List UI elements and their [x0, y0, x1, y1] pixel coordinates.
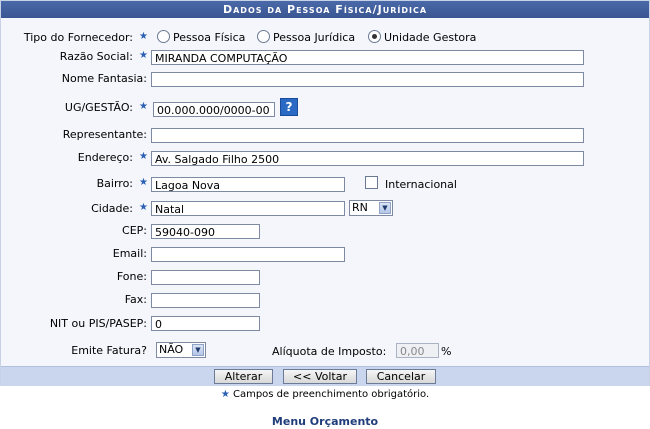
fone-row: Fone:	[1, 267, 649, 287]
aliquota-label: Alíquota de Imposto:	[272, 345, 387, 358]
fone-label: Fone:	[116, 270, 147, 283]
required-star-icon: ★	[139, 31, 148, 42]
nit-row: NIT ou PIS/PASEP: 0	[1, 314, 649, 334]
help-icon[interactable]: ?	[280, 98, 298, 116]
required-note: ★ Campos de preenchimento obrigatório.	[220, 389, 430, 400]
cancelar-button[interactable]: Cancelar	[366, 369, 436, 384]
nit-label: NIT ou PIS/PASEP:	[49, 317, 147, 330]
emite-fatura-label: Emite Fatura?	[71, 344, 147, 357]
radio-unidade-gestora[interactable]: Unidade Gestora	[368, 30, 476, 44]
required-star-icon: ★	[139, 151, 148, 162]
aliquota-unit: %	[441, 345, 452, 358]
cidade-input[interactable]: Natal	[151, 201, 345, 216]
required-star-icon: ★	[139, 50, 148, 61]
tipo-fornecedor-label: Tipo do Fornecedor:	[23, 31, 133, 44]
cep-label: CEP:	[122, 224, 147, 237]
panel-title: Dados da Pessoa Física/Jurídica	[1, 1, 649, 18]
tipo-fornecedor-row: Tipo do Fornecedor: ★ Pessoa Física Pess…	[1, 28, 649, 48]
form-panel: Dados da Pessoa Física/Jurídica Tipo do …	[0, 0, 650, 386]
email-row: Email:	[1, 244, 649, 264]
email-label: Email:	[112, 247, 147, 260]
cidade-label: Cidade:	[91, 202, 133, 215]
fax-input[interactable]	[151, 293, 260, 308]
nome-fantasia-input[interactable]	[151, 72, 584, 87]
uf-select[interactable]: RN ▼	[349, 200, 393, 216]
email-input[interactable]	[151, 247, 345, 262]
nome-fantasia-row: Nome Fantasia:	[1, 69, 649, 89]
razao-social-row: Razão Social: ★ MIRANDA COMPUTAÇÃO	[1, 47, 649, 67]
cep-input[interactable]: 59040-090	[151, 224, 260, 239]
button-bar: Alterar << Voltar Cancelar	[1, 366, 649, 386]
cep-row: CEP: 59040-090	[1, 221, 649, 241]
razao-social-label: Razão Social:	[59, 50, 133, 63]
representante-input[interactable]	[151, 128, 584, 143]
radio-circle-icon[interactable]	[157, 30, 170, 43]
representante-label: Representante:	[62, 128, 147, 141]
bairro-row: Bairro: ★ Lagoa Nova Internacional	[1, 174, 649, 194]
fax-label: Fax:	[124, 293, 147, 306]
endereco-label: Endereço:	[77, 151, 133, 164]
emite-fatura-value: NÃO	[159, 343, 184, 356]
chevron-down-icon[interactable]: ▼	[192, 344, 204, 356]
radio-pessoa-fisica[interactable]: Pessoa Física	[157, 30, 245, 44]
radio-pessoa-juridica[interactable]: Pessoa Jurídica	[257, 30, 355, 44]
voltar-button[interactable]: << Voltar	[283, 369, 357, 384]
uf-select-value: RN	[352, 201, 368, 214]
representante-row: Representante:	[1, 125, 649, 145]
bairro-input[interactable]: Lagoa Nova	[151, 177, 345, 192]
endereco-row: Endereço: ★ Av. Salgado Filho 2500	[1, 148, 649, 168]
required-star-icon: ★	[220, 389, 230, 400]
endereco-input[interactable]: Av. Salgado Filho 2500	[151, 151, 584, 166]
razao-social-input[interactable]: MIRANDA COMPUTAÇÃO	[151, 50, 584, 65]
nome-fantasia-label: Nome Fantasia:	[61, 72, 147, 85]
emite-fatura-select[interactable]: NÃO ▼	[156, 342, 206, 358]
ug-gestao-label: UG/GESTÃO:	[64, 101, 133, 114]
nit-input[interactable]: 0	[151, 316, 260, 331]
required-star-icon: ★	[139, 202, 148, 213]
alterar-button[interactable]: Alterar	[214, 369, 273, 384]
internacional-label: Internacional	[385, 178, 457, 191]
internacional-checkbox[interactable]	[365, 176, 378, 189]
cidade-row: Cidade: ★ Natal RN ▼	[1, 199, 649, 219]
menu-orcamento-link[interactable]: Menu Orçamento	[0, 415, 650, 428]
fatura-row: Emite Fatura? NÃO ▼ Alíquota de Imposto:…	[1, 341, 649, 361]
required-star-icon: ★	[139, 101, 148, 112]
ug-gestao-row: UG/GESTÃO: ★ 00.000.000/0000-00 ?	[1, 98, 649, 118]
radio-circle-icon[interactable]	[257, 30, 270, 43]
aliquota-input: 0,00	[396, 343, 439, 358]
chevron-down-icon[interactable]: ▼	[379, 202, 391, 214]
ug-gestao-input[interactable]: 00.000.000/0000-00	[153, 102, 275, 117]
radio-selected-icon[interactable]	[368, 30, 381, 43]
fax-row: Fax:	[1, 290, 649, 310]
required-star-icon: ★	[139, 177, 148, 188]
bairro-label: Bairro:	[96, 177, 133, 190]
fone-input[interactable]	[151, 270, 260, 285]
